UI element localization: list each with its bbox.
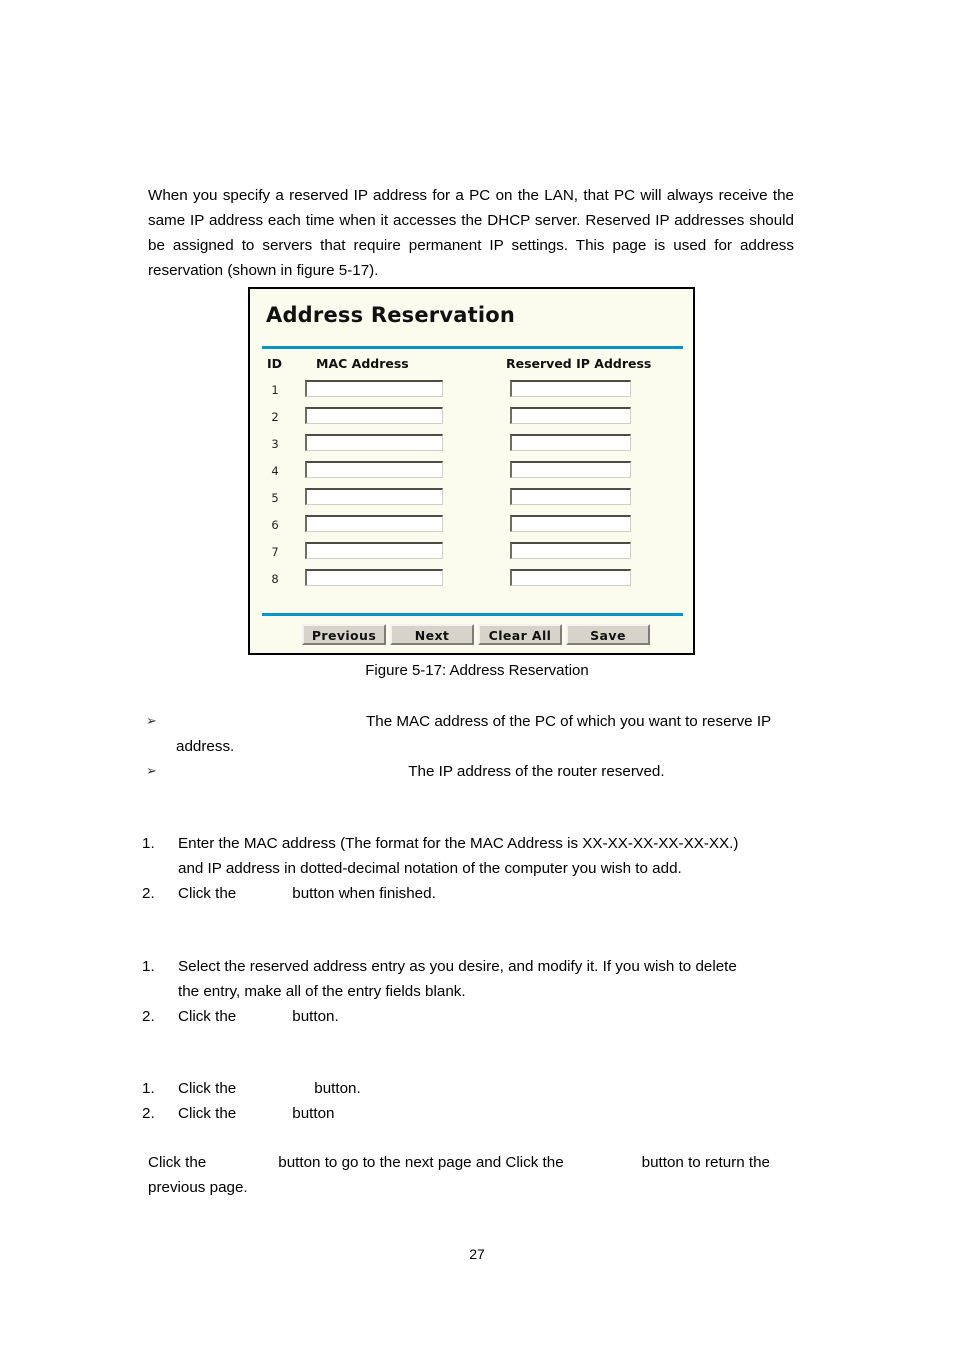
row-id-label: 2: [271, 410, 279, 424]
row-id-label: 4: [271, 464, 279, 478]
step-text-continued: and IP address in dotted-decimal notatio…: [178, 860, 682, 877]
list-number: 2.: [142, 1105, 155, 1122]
reserved-ip-input-1[interactable]: [510, 380, 631, 397]
clear-all-button[interactable]: Clear All: [478, 624, 562, 645]
list-number: 2.: [142, 1008, 155, 1025]
row-id-label: 6: [271, 518, 279, 532]
step-text-continued: the entry, make all of the entry fields …: [178, 983, 466, 1000]
column-header-reserved-ip-address: Reserved IP Address: [506, 356, 652, 371]
figure-caption: Figure 5-17: Address Reservation: [365, 662, 589, 679]
reserved-ip-input-5[interactable]: [510, 488, 631, 505]
table-row: 1: [250, 377, 693, 404]
row-id-label: 5: [271, 491, 279, 505]
table-row: 8: [250, 566, 693, 593]
step-text-prefix: Click the: [178, 1105, 237, 1122]
list-item: 1. Select the reserved address entry as y…: [140, 954, 794, 1004]
mac-address-input-5[interactable]: [305, 488, 443, 505]
nav-note-part3: button to return the: [641, 1154, 770, 1171]
address-reservation-panel: Address Reservation ID MAC Address Reser…: [248, 287, 695, 655]
accent-rule-top: [262, 346, 683, 349]
list-number: 1.: [142, 1080, 155, 1097]
bullet-text: The MAC address of the PC of which you w…: [366, 713, 772, 730]
page-number: 27: [469, 1246, 485, 1262]
panel-title: Address Reservation: [266, 303, 516, 327]
row-id-label: 3: [271, 437, 279, 451]
reserved-ip-input-6[interactable]: [510, 515, 631, 532]
navigation-note: Click the button to go to the next page a…: [148, 1150, 794, 1200]
mac-address-input-1[interactable]: [305, 380, 443, 397]
mac-address-input-4[interactable]: [305, 461, 443, 478]
field-definition-list: ➢ The MAC address of the PC of which you…: [140, 709, 794, 784]
list-number: 1.: [142, 958, 155, 975]
mac-address-input-2[interactable]: [305, 407, 443, 424]
step-text-suffix: button: [292, 1105, 335, 1122]
nav-note-part1: Click the: [148, 1154, 207, 1171]
list-number: 1.: [142, 835, 155, 852]
modify-procedure-list: 1. Select the reserved address entry as y…: [140, 954, 794, 1029]
table-row: 4: [250, 458, 693, 485]
nav-note-part2: button to go to the next page and Click …: [278, 1154, 564, 1171]
step-text-suffix: button.: [314, 1080, 361, 1097]
mac-address-input-8[interactable]: [305, 569, 443, 586]
column-header-id: ID: [267, 356, 283, 371]
reserved-ip-input-7[interactable]: [510, 542, 631, 559]
row-id-label: 8: [271, 572, 279, 586]
reserved-ip-input-8[interactable]: [510, 569, 631, 586]
mac-address-input-3[interactable]: [305, 434, 443, 451]
table-row: 6: [250, 512, 693, 539]
row-id-label: 7: [271, 545, 279, 559]
row-id-label: 1: [271, 383, 279, 397]
reserved-ip-input-3[interactable]: [510, 434, 631, 451]
list-item: ➢ The MAC address of the PC of which you…: [140, 709, 794, 759]
arrow-bullet-icon: ➢: [146, 714, 157, 729]
add-procedure-list: 1. Enter the MAC address (The format for …: [140, 831, 794, 906]
arrow-bullet-icon: ➢: [146, 764, 157, 779]
reserved-ip-input-2[interactable]: [510, 407, 631, 424]
mac-address-input-7[interactable]: [305, 542, 443, 559]
document-page: When you specify a reserved IP address f…: [0, 0, 954, 1350]
list-item: 2. Click the button when finished.: [140, 881, 794, 906]
save-button[interactable]: Save: [566, 624, 650, 645]
reserved-ip-input-4[interactable]: [510, 461, 631, 478]
step-text: Enter the MAC address (The format for th…: [178, 835, 739, 852]
column-header-mac-address: MAC Address: [316, 356, 409, 371]
table-row: 2: [250, 404, 693, 431]
bullet-text-continued: address.: [176, 738, 235, 755]
step-text-prefix: Click the: [178, 1008, 237, 1025]
step-text: Select the reserved address entry as you…: [178, 958, 737, 975]
list-item: 2. Click the button.: [140, 1004, 794, 1029]
list-item: 2. Click the button: [140, 1101, 794, 1126]
step-text-prefix: Click the: [178, 885, 237, 902]
list-item: 1. Enter the MAC address (The format for …: [140, 831, 794, 881]
mac-address-input-6[interactable]: [305, 515, 443, 532]
intro-paragraph: When you specify a reserved IP address f…: [148, 187, 794, 280]
previous-button[interactable]: Previous: [302, 624, 386, 645]
step-text-prefix: Click the: [178, 1080, 237, 1097]
next-button[interactable]: Next: [390, 624, 474, 645]
bullet-text: The IP address of the router reserved.: [408, 763, 665, 780]
list-item: ➢ The IP address of the router reserved.: [140, 759, 794, 784]
list-item: 1. Click the button.: [140, 1076, 794, 1101]
list-number: 2.: [142, 885, 155, 902]
table-row: 3: [250, 431, 693, 458]
accent-rule-bottom: [262, 613, 683, 616]
table-row: 7: [250, 539, 693, 566]
step-text-suffix: button when finished.: [292, 885, 436, 902]
table-row: 5: [250, 485, 693, 512]
nav-note-part4: previous page.: [148, 1179, 248, 1196]
panel-button-row: Previous Next Clear All Save: [250, 624, 693, 650]
step-text-suffix: button.: [292, 1008, 339, 1025]
delete-procedure-list: 1. Click the button. 2. Click the button: [140, 1076, 794, 1126]
